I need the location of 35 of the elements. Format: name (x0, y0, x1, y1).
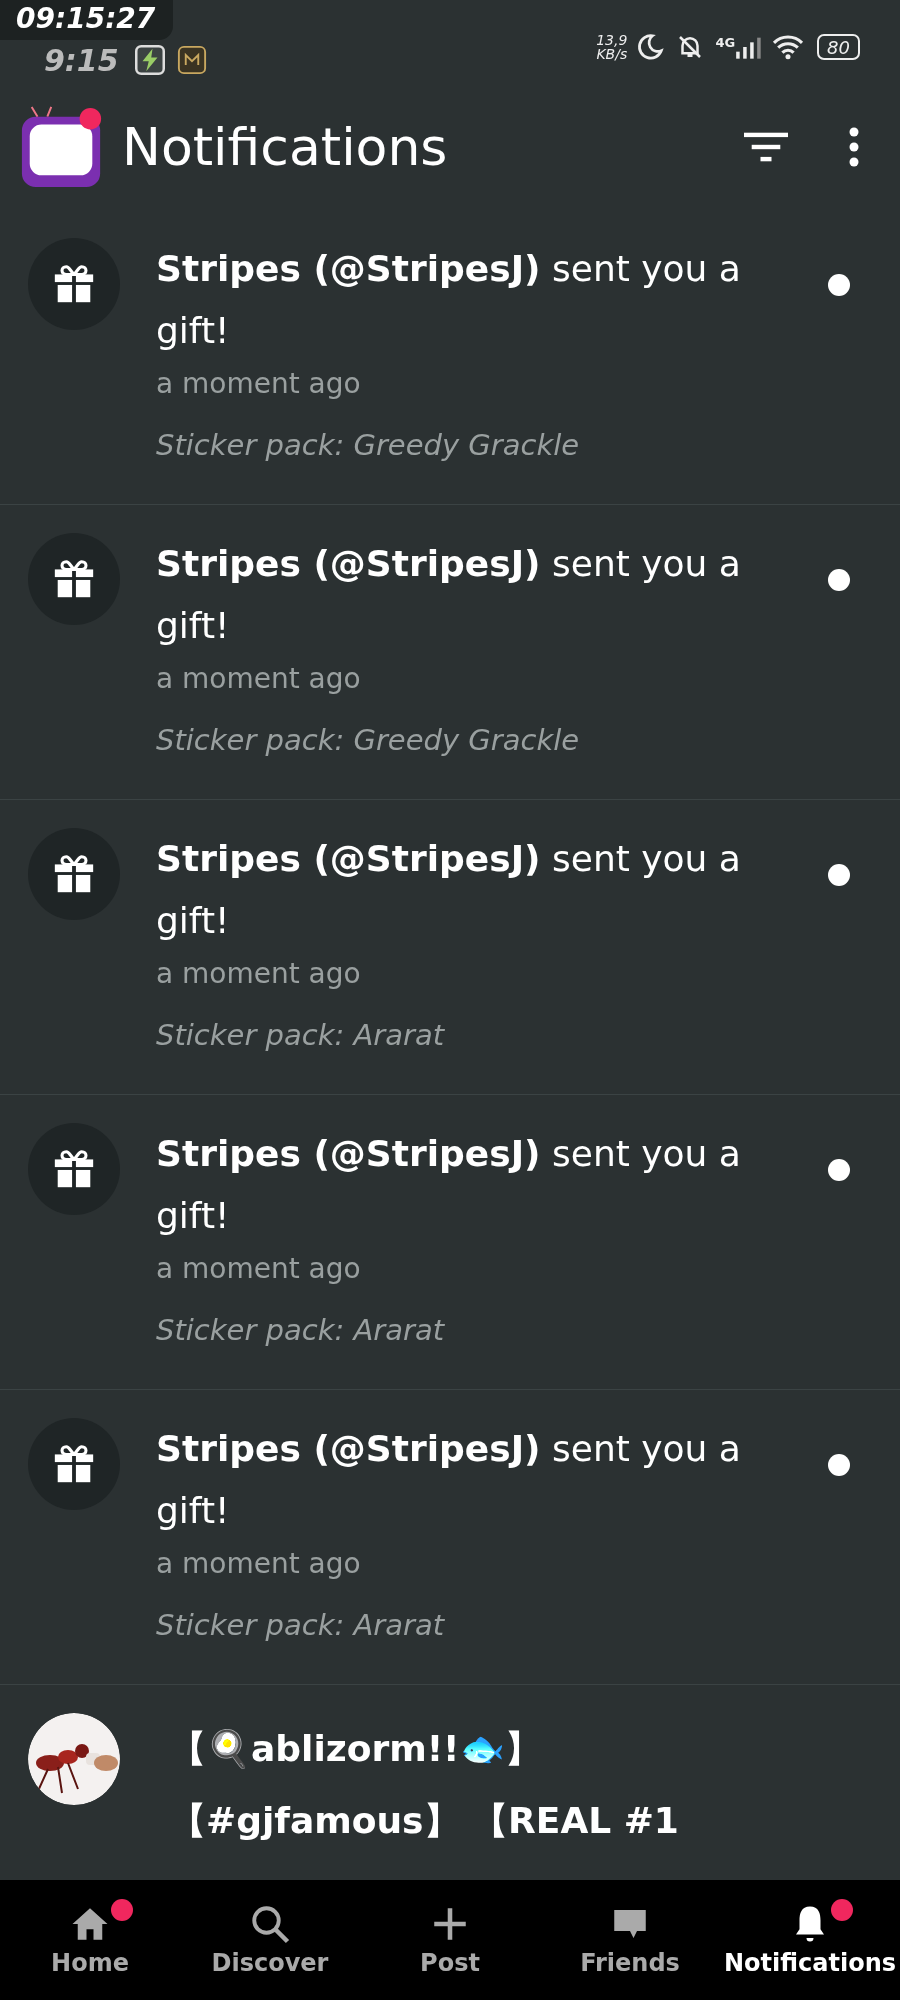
friends-tab[interactable]: Friends (540, 1880, 720, 2000)
battery-indicator: 80 (817, 34, 860, 60)
notification-text[interactable]: Stripes (@StripesJ) sent you a gift! (156, 1123, 790, 1247)
notification-text[interactable]: Stripes (@StripesJ) sent you a gift! (156, 533, 790, 657)
mail-icon (176, 45, 207, 75)
search-icon (249, 1903, 291, 1945)
timestamp: a moment ago (156, 956, 362, 992)
more-options-icon[interactable] (848, 127, 860, 167)
gift-detail: Sticker pack: Ararat (156, 1018, 446, 1052)
notification-text[interactable]: Stripes (@StripesJ) sent you a gift! (156, 1418, 790, 1542)
gift-detail: Sticker pack: Ararat (156, 1608, 446, 1642)
timestamp: a moment ago (156, 366, 362, 402)
filter-icon[interactable] (744, 130, 788, 164)
gift-detail: Sticker pack: Ararat (156, 1313, 446, 1347)
notification-text[interactable]: 【🍳ablizorm!!🐟】【#gjfamous】 【REAL #1 (156, 1713, 790, 1857)
post-tab[interactable]: Post (360, 1880, 540, 2000)
timestamp: a moment ago (156, 1546, 362, 1582)
timestamp: a moment ago (156, 1251, 362, 1287)
notification-text[interactable]: Stripes (@StripesJ) sent you a gift! (156, 238, 790, 362)
notification-text[interactable]: Stripes (@StripesJ) sent you a gift! (156, 828, 790, 952)
charging-icon (134, 45, 165, 75)
notifications-tab[interactable]: Notifications (720, 1880, 900, 2000)
network-speed: 13,9 KB/s (596, 33, 628, 61)
page-title: Notifications (122, 117, 449, 177)
wifi-icon (771, 33, 806, 61)
signal-icon (735, 35, 764, 59)
recording-timer: 09:15:27 (0, 0, 174, 40)
home-tab[interactable]: Home (0, 1880, 180, 2000)
network-type: 4G (715, 35, 736, 50)
moon-icon (635, 32, 666, 62)
timestamp: a moment ago (156, 661, 362, 697)
gift-detail: Sticker pack: Greedy Grackle (156, 723, 581, 757)
discover-tab[interactable]: Discover (180, 1880, 360, 2000)
gift-detail: Sticker pack: Greedy Grackle (156, 428, 581, 462)
clock: 9:15 (43, 42, 119, 78)
